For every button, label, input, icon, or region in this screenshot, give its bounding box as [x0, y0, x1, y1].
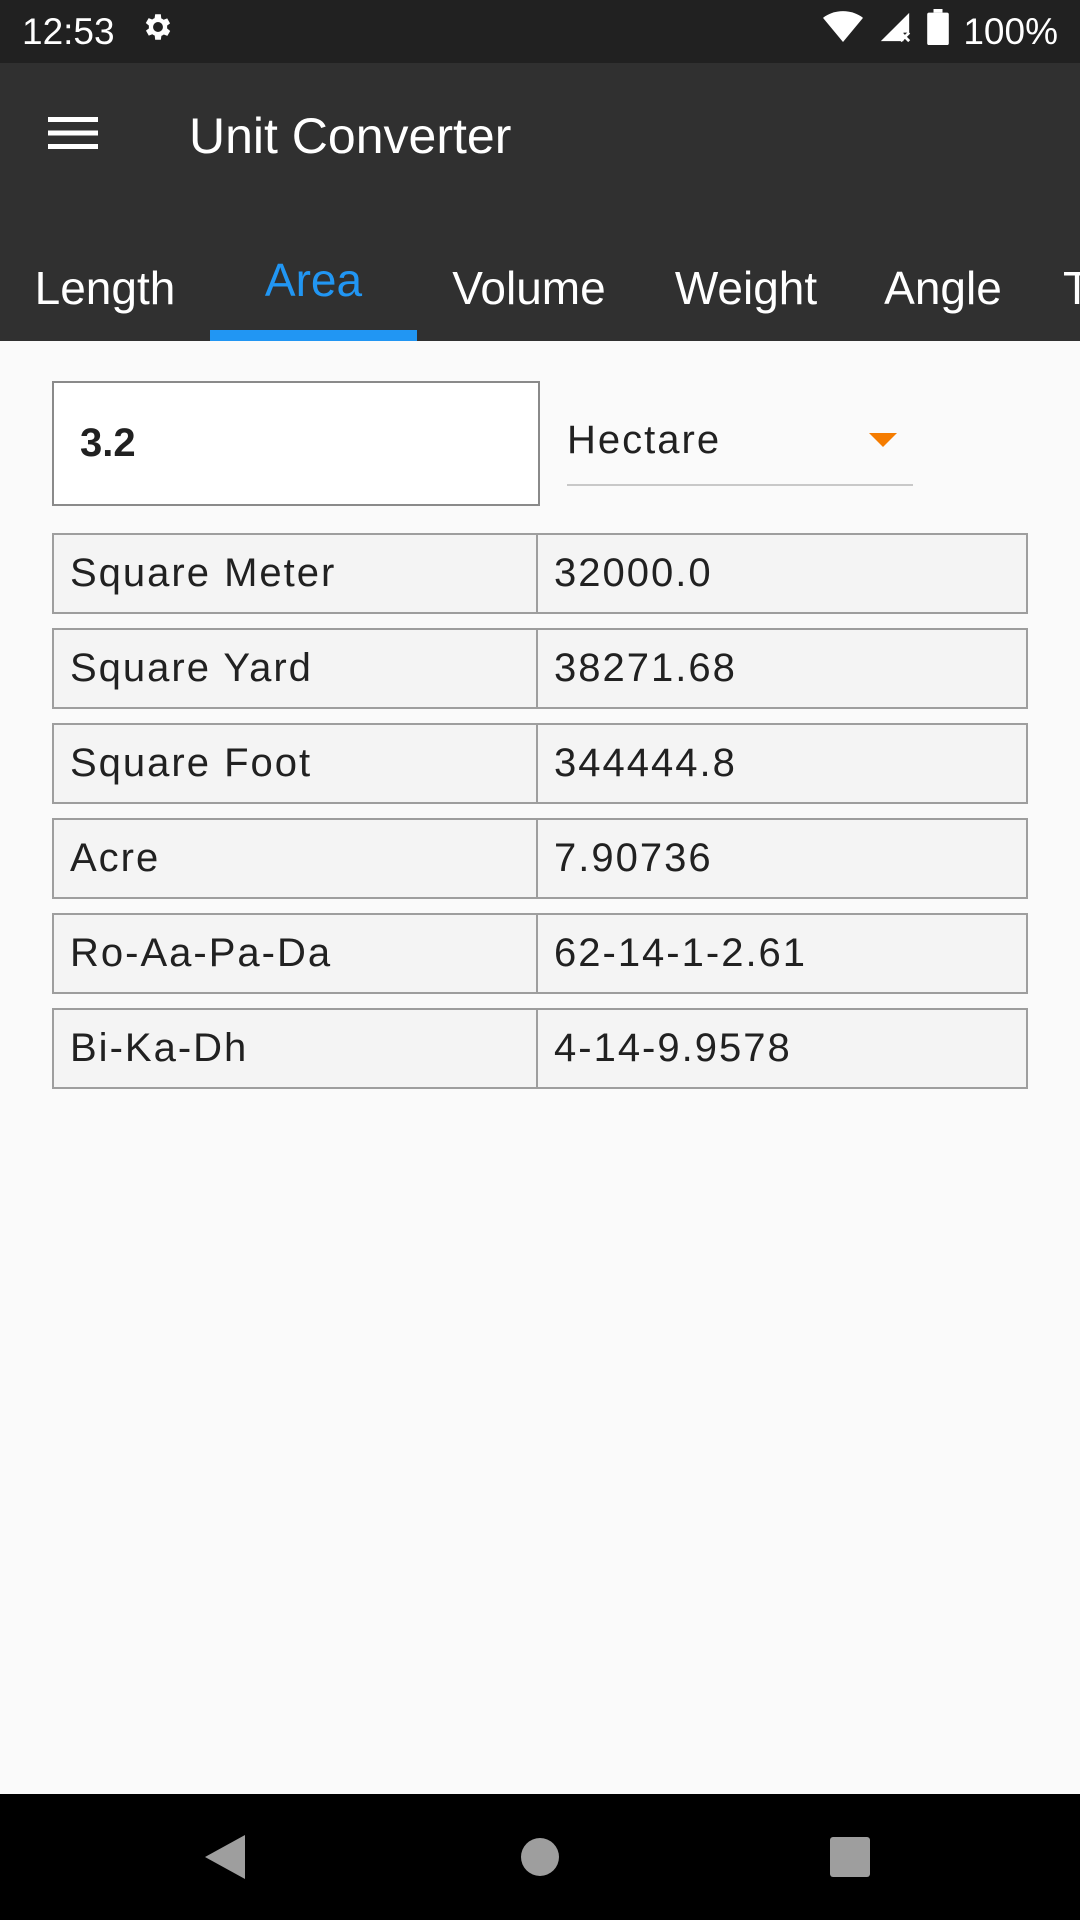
status-left: 12:53	[22, 10, 175, 53]
active-tab-indicator	[210, 330, 417, 341]
tab-weight[interactable]: Weight	[641, 235, 851, 341]
tab-area[interactable]: Area	[210, 235, 417, 333]
result-unit: Square Yard	[54, 630, 538, 707]
cell-signal-icon	[877, 10, 913, 53]
result-value: 38271.68	[554, 646, 737, 690]
unit-dropdown[interactable]: Hectare	[567, 396, 913, 486]
status-bar: 12:53 100%	[0, 0, 1080, 63]
dropdown-arrow-icon	[869, 433, 897, 447]
status-time: 12:53	[22, 10, 115, 52]
result-unit: Square Meter	[54, 535, 538, 612]
table-row: Ro-Aa-Pa-Da 62-14-1-2.61	[52, 913, 1028, 994]
battery-percent: 100%	[963, 10, 1058, 52]
wifi-icon	[823, 10, 864, 53]
recents-icon[interactable]	[817, 1824, 883, 1890]
result-unit: Ro-Aa-Pa-Da	[54, 915, 538, 992]
home-icon[interactable]	[507, 1824, 573, 1890]
unit-category-tabs: Length Area Volume Weight Angle T	[0, 235, 1080, 341]
table-row: Square Yard 38271.68	[52, 628, 1028, 709]
app-bar: Unit Converter Length Area Volume Weight…	[0, 63, 1080, 341]
unit-dropdown-label: Hectare	[567, 417, 722, 462]
table-row: Square Foot 344444.8	[52, 723, 1028, 804]
results-table: Square Meter 32000.0 Square Yard 38271.6…	[52, 533, 1028, 1103]
result-value: 4-14-9.9578	[554, 1026, 792, 1070]
status-right: 100%	[823, 9, 1058, 54]
tab-volume[interactable]: Volume	[417, 235, 641, 341]
result-value: 32000.0	[554, 551, 713, 595]
converter-content: 3.2 Hectare Square Meter 32000.0 Square …	[0, 341, 1080, 1794]
tab-length[interactable]: Length	[0, 235, 210, 341]
result-value: 344444.8	[554, 741, 737, 785]
settings-icon	[141, 10, 175, 53]
result-unit: Bi-Ka-Dh	[54, 1010, 538, 1087]
result-unit: Acre	[54, 820, 538, 897]
tab-angle[interactable]: Angle	[851, 235, 1035, 341]
result-value: 62-14-1-2.61	[554, 931, 808, 975]
back-icon[interactable]	[192, 1824, 258, 1890]
app-title: Unit Converter	[189, 108, 512, 164]
table-row: Square Meter 32000.0	[52, 533, 1028, 614]
table-row: Bi-Ka-Dh 4-14-9.9578	[52, 1008, 1028, 1089]
tab-partial[interactable]: T	[1063, 235, 1080, 341]
result-value: 7.90736	[554, 836, 713, 880]
battery-icon	[927, 9, 950, 54]
hamburger-menu-icon[interactable]	[36, 103, 110, 163]
result-unit: Square Foot	[54, 725, 538, 802]
table-row: Acre 7.90736	[52, 818, 1028, 899]
value-input[interactable]: 3.2	[52, 381, 540, 506]
system-nav-bar	[0, 1794, 1080, 1920]
